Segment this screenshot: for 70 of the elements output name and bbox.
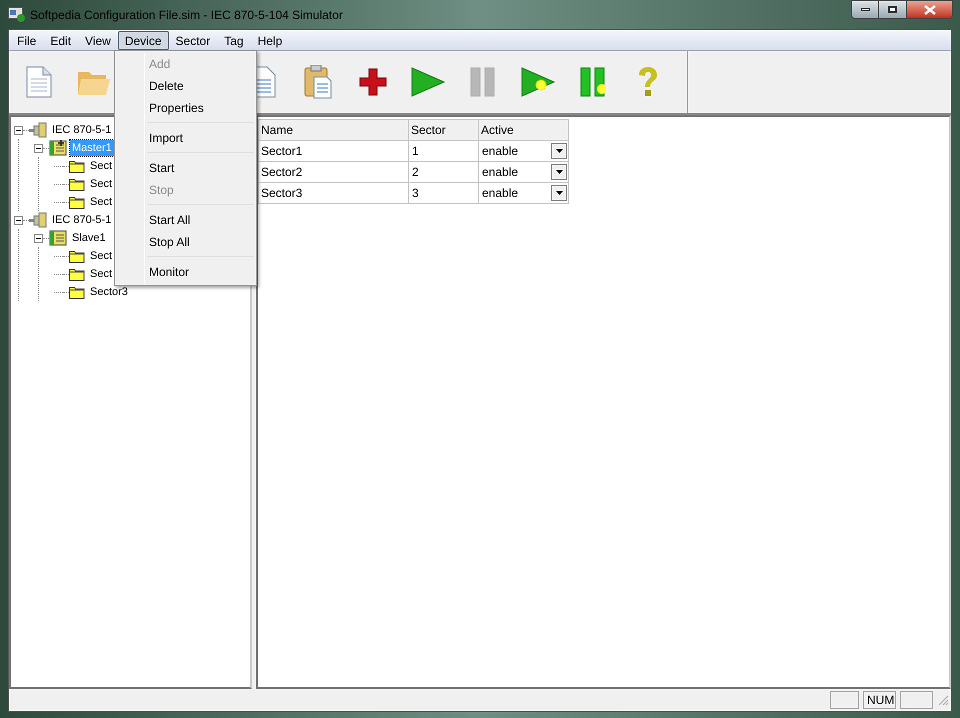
dropdown-value: enable: [482, 143, 518, 160]
menu-item[interactable]: Sector: [168, 30, 218, 50]
pause-icon: [470, 67, 496, 97]
tree-item[interactable]: Sect: [88, 176, 114, 192]
folder-icon: [69, 268, 85, 280]
pause-star-icon: [580, 67, 606, 97]
connector-icon: [29, 212, 47, 228]
column-header[interactable]: Name: [258, 120, 408, 140]
dropdown-value: enable: [482, 164, 518, 181]
menu-option[interactable]: Delete: [117, 75, 254, 97]
connector-icon: [29, 122, 47, 138]
column-header[interactable]: Sector: [408, 120, 478, 140]
menu-item[interactable]: Tag: [217, 30, 251, 50]
folder-icon: [69, 250, 85, 262]
menu-option[interactable]: Monitor: [117, 261, 254, 283]
tree-item[interactable]: Slave1: [70, 230, 108, 246]
app-icon: [8, 7, 25, 22]
tree-item[interactable]: Sect: [88, 248, 114, 264]
minimize-button[interactable]: [851, 0, 879, 19]
menu-option[interactable]: Properties: [117, 97, 254, 119]
new-document-icon: [26, 66, 52, 98]
active-dropdown[interactable]: enable: [478, 140, 568, 162]
folder-icon: [69, 178, 85, 190]
collapse-toggle[interactable]: [34, 144, 43, 152]
collapse-toggle[interactable]: [14, 216, 23, 224]
folder-icon: [69, 196, 85, 208]
menu-item[interactable]: File: [10, 30, 44, 50]
table-cell: Sector3: [258, 182, 408, 204]
folder-icon: [69, 286, 85, 298]
table-cell: 2: [408, 162, 478, 182]
table-cell: 1: [408, 140, 478, 162]
play-icon: [410, 67, 444, 97]
collapse-toggle[interactable]: [14, 126, 23, 134]
table-cell: Sector2: [258, 162, 408, 182]
maximize-button[interactable]: [879, 0, 906, 19]
column-header[interactable]: Active: [478, 120, 568, 140]
menu-item[interactable]: View: [78, 30, 118, 50]
clipboard-icon: [304, 65, 332, 99]
window-title: Softpedia Configuration File.sim - IEC 870-5-104 Simulator: [30, 6, 343, 24]
tree-item[interactable]: Sect: [88, 266, 114, 282]
menu-option[interactable]: Start: [117, 157, 254, 179]
help-icon: [636, 66, 658, 98]
tree-item[interactable]: Sect: [88, 158, 114, 174]
plus-icon: [358, 68, 386, 96]
tree-item[interactable]: Sect: [88, 194, 114, 210]
play-star-icon: [520, 67, 554, 97]
tree-item[interactable]: IEC 870-5-1: [50, 122, 114, 138]
collapse-toggle[interactable]: [34, 234, 43, 242]
active-dropdown[interactable]: enable: [478, 162, 568, 182]
menu-item[interactable]: Device: [118, 30, 169, 50]
close-icon: [924, 4, 936, 14]
tree-item[interactable]: Sector3: [88, 284, 130, 300]
status-pane: [900, 691, 933, 709]
menu-item[interactable]: Edit: [43, 30, 78, 50]
close-button[interactable]: [906, 0, 953, 19]
active-dropdown[interactable]: enable: [478, 182, 568, 204]
menu-option[interactable]: Start All: [117, 209, 254, 231]
tree-item[interactable]: IEC 870-5-1: [50, 212, 114, 228]
table-cell: Sector1: [258, 140, 408, 162]
device-icon: [49, 140, 67, 156]
status-pane: [830, 691, 859, 709]
status-pane: NUM: [863, 691, 896, 709]
table-cell: 3: [408, 182, 478, 204]
dropdown-value: enable: [482, 185, 518, 202]
resize-grip-icon: [937, 694, 949, 706]
menu-option[interactable]: Import: [117, 127, 254, 149]
folder-icon: [69, 160, 85, 172]
menu-item[interactable]: Help: [250, 30, 290, 50]
menu-option[interactable]: Stop All: [117, 231, 254, 253]
device-icon: [49, 230, 67, 246]
